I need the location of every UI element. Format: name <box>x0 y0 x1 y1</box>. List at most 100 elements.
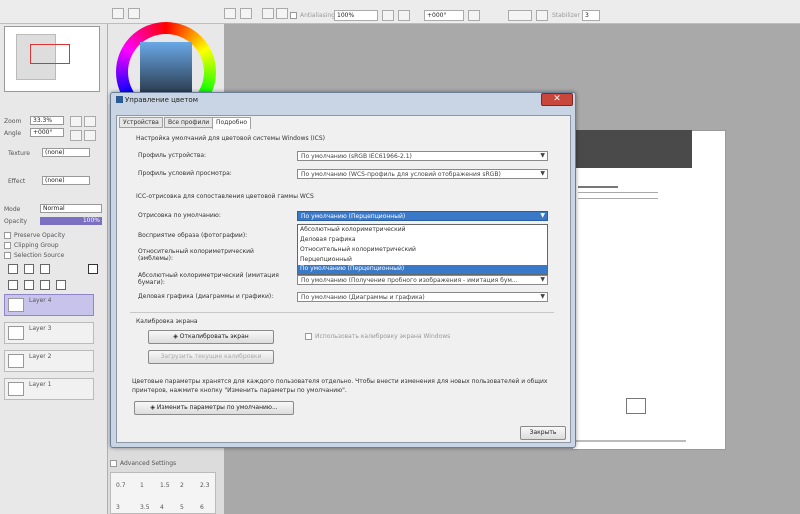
transfer-down-icon[interactable] <box>8 280 18 290</box>
dropdown-option-highlighted[interactable]: По умолчанию (Перцепционный) <box>298 265 547 274</box>
divider <box>130 312 554 313</box>
nav-button-icon[interactable] <box>84 130 96 141</box>
antialiasing-label: Antialiasing <box>300 12 336 19</box>
layer-thumbnail <box>8 298 24 312</box>
brush-size[interactable]: 5 <box>180 504 184 511</box>
layer-item[interactable]: Layer 1 <box>4 378 94 400</box>
texture-select[interactable]: (none) <box>42 148 90 157</box>
clear-layer-icon[interactable] <box>40 280 50 290</box>
dropdown-arrow-icon: ▼ <box>540 293 545 300</box>
viewing-profile-value: По умолчанию (WCS-профиль для условий от… <box>301 171 501 178</box>
zoom-out-icon[interactable] <box>398 10 410 21</box>
rotate-right-icon[interactable] <box>536 10 548 21</box>
zoom-select[interactable]: 100% <box>334 10 378 21</box>
advanced-settings-checkbox[interactable] <box>110 460 117 467</box>
footer-info-text: Цветовые параметры хранятся для каждого … <box>132 378 548 394</box>
dropdown-option[interactable]: Деловая графика <box>300 236 356 243</box>
use-windows-calibration-checkbox[interactable] <box>305 333 312 340</box>
photo-rendering-label: Восприятие образа (фотографии): <box>138 232 248 239</box>
brush-size[interactable]: 2.3 <box>200 482 210 489</box>
load-calibration-button[interactable]: Загрузить текущие калибровки <box>148 350 274 364</box>
angle-field[interactable]: +000° <box>30 128 64 137</box>
mode-label: Mode <box>4 206 21 213</box>
calibrate-display-button[interactable]: ◈ Откалибровать экран <box>148 330 274 344</box>
device-profile-select[interactable]: По умолчанию (sRGB IEC61966-2.1) ▼ <box>297 151 548 161</box>
selection-source-label: Selection Source <box>14 252 65 259</box>
brush-size[interactable]: 1.5 <box>160 482 170 489</box>
absolute-rendering-select[interactable]: По умолчанию (Получение пробного изображ… <box>297 275 548 285</box>
viewing-profile-select[interactable]: По умолчанию (WCS-профиль для условий от… <box>297 169 548 179</box>
wcs-defaults-group-title: Настройка умолчаний для цветовой системы… <box>136 135 325 142</box>
page-icon <box>626 398 646 414</box>
brush-size[interactable]: 3 <box>116 504 120 511</box>
effect-select[interactable]: (none) <box>42 176 90 185</box>
navigator-viewport[interactable] <box>30 44 70 64</box>
tab-devices[interactable]: Устройства <box>119 117 163 128</box>
new-layerset-icon[interactable] <box>24 264 34 274</box>
page-text-line <box>578 186 618 188</box>
select-tool-icon[interactable] <box>224 8 236 19</box>
opacity-slider[interactable]: 100% <box>40 217 102 225</box>
merge-down-icon[interactable] <box>24 280 34 290</box>
brush-size[interactable]: 1 <box>140 482 144 489</box>
icc-rendering-group-title: ICC-отрисовка для сопоставления цветовой… <box>136 193 314 200</box>
nav-button-icon[interactable] <box>70 130 82 141</box>
stabilizer-select[interactable]: 3 <box>582 10 600 21</box>
new-layer-icon[interactable] <box>8 264 18 274</box>
default-rendering-select[interactable]: По умолчанию (Перцепционный) ▼ <box>297 211 548 221</box>
absolute-rendering-value: По умолчанию (Получение пробного изображ… <box>301 277 518 284</box>
dropdown-option[interactable]: Перцепционный <box>300 256 352 263</box>
brush-size[interactable]: 0.7 <box>116 482 126 489</box>
clipping-group-checkbox[interactable] <box>4 242 11 249</box>
dropdown-option[interactable]: Абсолютный колориметрический <box>300 226 406 233</box>
brush-tool-icon[interactable] <box>112 8 124 19</box>
page-header-band <box>572 130 692 168</box>
angle-label: Angle <box>4 130 22 137</box>
calibrate-button-label: Откалибровать экран <box>179 333 249 340</box>
dialog-title: Управление цветом <box>125 96 198 104</box>
layer-mask-icon[interactable] <box>88 264 98 274</box>
color-square[interactable] <box>140 42 192 94</box>
zoom-in-icon[interactable] <box>382 10 394 21</box>
nav-button-icon[interactable] <box>70 116 82 127</box>
folder-icon[interactable] <box>40 264 50 274</box>
close-icon[interactable]: ✕ <box>541 93 573 106</box>
invert-selection-icon[interactable] <box>276 8 288 19</box>
business-rendering-value: По умолчанию (Диаграммы и графика) <box>301 294 425 301</box>
layer-item[interactable]: Layer 4 <box>4 294 94 316</box>
selection-source-checkbox[interactable] <box>4 252 11 259</box>
zoom-label: Zoom <box>4 118 22 125</box>
select-mode-icon[interactable] <box>240 8 252 19</box>
brush-size[interactable]: 3.5 <box>140 504 150 511</box>
flip-icon[interactable] <box>508 10 532 21</box>
deselect-icon[interactable] <box>262 8 274 19</box>
preserve-opacity-checkbox[interactable] <box>4 232 11 239</box>
tab-all-profiles[interactable]: Все профили <box>164 117 214 128</box>
tool-icon[interactable] <box>128 8 140 19</box>
delete-layer-icon[interactable] <box>56 280 66 290</box>
layer-item[interactable]: Layer 2 <box>4 350 94 372</box>
brush-size[interactable]: 6 <box>200 504 204 511</box>
antialiasing-checkbox[interactable] <box>290 12 297 19</box>
tab-advanced[interactable]: Подробно <box>212 117 252 129</box>
layer-name: Layer 1 <box>29 381 52 388</box>
dropdown-option[interactable]: Относительный колориметрический <box>300 246 416 253</box>
business-rendering-select[interactable]: По умолчанию (Диаграммы и графика) ▼ <box>297 292 548 302</box>
dropdown-arrow-icon: ▼ <box>540 170 545 177</box>
dialog-app-icon <box>116 96 123 103</box>
viewing-profile-label: Профиль условий просмотра: <box>138 170 232 177</box>
zoom-field[interactable]: 33.3% <box>30 116 64 125</box>
close-button[interactable]: Закрыть <box>520 426 566 440</box>
brush-size[interactable]: 4 <box>160 504 164 511</box>
brush-size[interactable]: 2 <box>180 482 184 489</box>
layer-thumbnail <box>8 326 24 340</box>
layer-name: Layer 2 <box>29 353 52 360</box>
mode-select[interactable]: Normal <box>40 204 102 213</box>
stabilizer-label: Stabilizer <box>552 12 580 19</box>
layer-thumbnail <box>8 354 24 368</box>
layer-item[interactable]: Layer 3 <box>4 322 94 344</box>
nav-button-icon[interactable] <box>84 116 96 127</box>
angle-select[interactable]: +000° <box>424 10 464 21</box>
change-defaults-button[interactable]: ◈ Изменить параметры по умолчанию... <box>134 401 294 415</box>
rotate-icon[interactable] <box>468 10 480 21</box>
